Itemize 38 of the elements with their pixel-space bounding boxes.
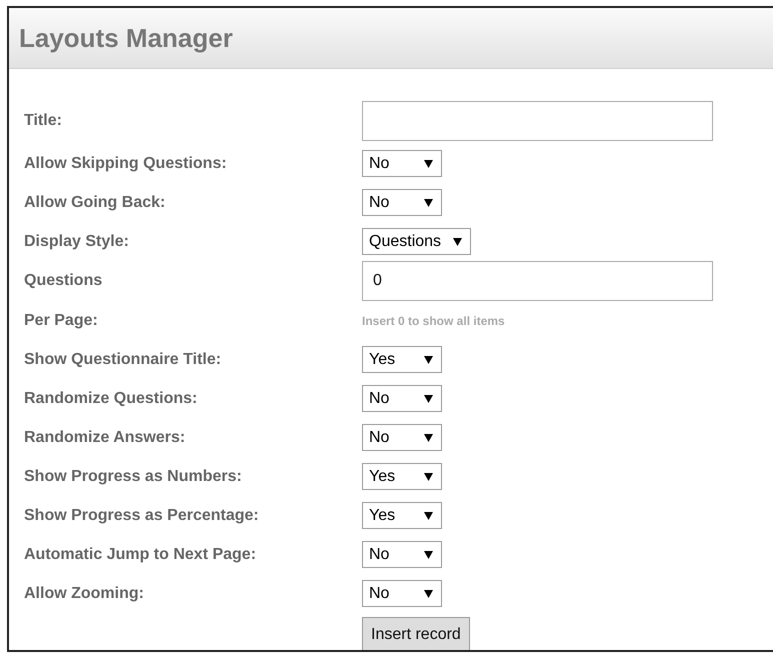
dropdown[interactable]: No — [362, 189, 442, 216]
field-label: Allow Skipping Questions: — [24, 154, 228, 172]
dropdown[interactable]: Yes — [362, 502, 442, 529]
dropdown-arrow-icon — [424, 394, 433, 402]
text-field[interactable] — [362, 101, 713, 141]
dropdown[interactable]: No — [362, 580, 442, 607]
dropdown[interactable]: No — [362, 150, 442, 177]
dropdown[interactable]: Yes — [362, 463, 442, 490]
dropdown-arrow-icon — [424, 198, 433, 206]
dropdown-arrow-icon — [424, 550, 433, 558]
field-label: Randomize Questions: — [24, 390, 198, 408]
dropdown-arrow-icon — [424, 356, 433, 364]
dropdown-arrow-icon — [424, 160, 433, 168]
dropdown-arrow-icon — [453, 238, 462, 246]
field-label: Show Progress as Percentage: — [24, 506, 260, 524]
dropdown[interactable]: Yes — [362, 346, 442, 373]
dropdown-arrow-icon — [424, 434, 433, 442]
dropdown[interactable]: No — [362, 385, 442, 412]
dropdown[interactable]: No — [362, 541, 442, 568]
field-label: Show Questionnaire Title: — [24, 350, 222, 368]
dropdown-arrow-icon — [424, 472, 433, 480]
insert-record-button[interactable]: Insert record — [362, 617, 470, 650]
field-label: Questions — [24, 272, 104, 290]
dropdown[interactable]: Questions — [362, 228, 472, 255]
field-label: Randomize Answers: — [24, 428, 186, 446]
field-label: Allow Going Back: — [24, 194, 166, 212]
field-label: Title: — [24, 112, 63, 130]
field-label: Automatic Jump to Next Page: — [24, 546, 258, 564]
text-field[interactable]: 0 — [362, 261, 713, 301]
dropdown-arrow-icon — [424, 512, 433, 520]
page-title: Layouts Manager — [19, 22, 233, 54]
field-label: Display Style: — [24, 232, 130, 250]
dropdown-arrow-icon — [424, 590, 433, 598]
field-label: Per Page: — [24, 312, 99, 330]
dropdown[interactable]: No — [362, 424, 442, 451]
hint-text: Insert 0 to show all items — [362, 314, 505, 328]
field-label: Allow Zooming: — [24, 584, 145, 602]
field-label: Show Progress as Numbers: — [24, 468, 243, 486]
